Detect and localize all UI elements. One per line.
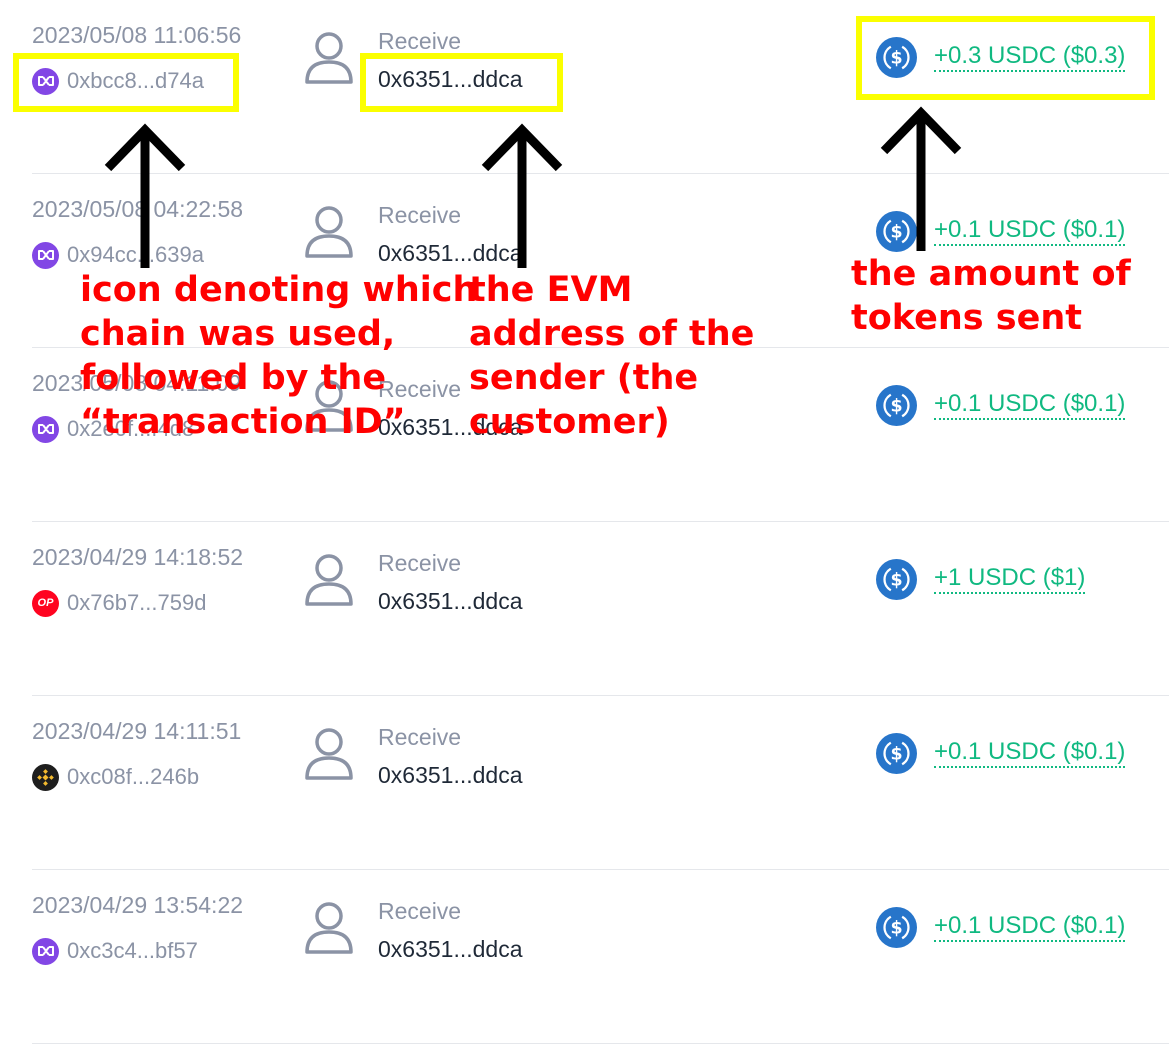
sender-address: 0x6351...ddca	[378, 66, 523, 92]
transaction-id-link[interactable]: OP 0x76b7...759d	[32, 588, 206, 618]
sender-address: 0x6351...ddca	[378, 936, 523, 962]
transaction-type: Receive	[378, 28, 462, 54]
amount-link[interactable]: $ +0.1 USDC ($0.1)	[876, 732, 1126, 774]
amount-link[interactable]: $ +0.3 USDC ($0.3)	[876, 36, 1126, 78]
transaction-type: Receive	[378, 724, 462, 750]
transaction-id-text: 0xc08f...246b	[67, 764, 200, 789]
amount-text: +1 USDC ($1)	[934, 564, 1086, 594]
amount-text: +0.1 USDC ($0.1)	[934, 912, 1126, 942]
svg-text:$: $	[890, 744, 902, 764]
annotation-sender: the EVM address of the sender (the custo…	[469, 270, 755, 442]
annotation-chain: icon denoting which chain was used, foll…	[80, 270, 478, 442]
transaction-id-link[interactable]: 0xbcc8...d74a	[32, 66, 204, 96]
usdc-icon: $	[876, 906, 917, 948]
timestamp: 2023/05/08 11:06:56	[32, 22, 242, 48]
optimism-icon: OP	[32, 589, 59, 617]
transaction-id-text: 0xbcc8...d74a	[67, 68, 204, 93]
amount-text: +0.1 USDC ($0.1)	[934, 738, 1126, 768]
transaction-id-link[interactable]: 0xc08f...246b	[32, 762, 199, 792]
usdc-icon: $	[876, 36, 917, 78]
sender-address: 0x6351...ddca	[378, 588, 523, 614]
transaction-type: Receive	[378, 550, 462, 576]
amount-link[interactable]: $ +0.1 USDC ($0.1)	[876, 384, 1126, 426]
svg-text:$: $	[890, 222, 902, 242]
timestamp: 2023/04/29 14:11:51	[32, 718, 242, 744]
polygon-icon	[32, 67, 59, 95]
transaction-id-text: 0x76b7...759d	[67, 590, 207, 615]
transaction-type: Receive	[378, 202, 462, 228]
polygon-icon	[32, 241, 59, 269]
transaction-row: 2023/05/08 11:06:56 0xbcc8...d74a Receiv…	[0, 0, 1169, 174]
usdc-icon: $	[876, 210, 917, 252]
amount-text: +0.3 USDC ($0.3)	[934, 42, 1126, 72]
transaction-id-link[interactable]: 0xc3c4...bf57	[32, 936, 198, 966]
polygon-icon	[32, 415, 59, 443]
bnb-chain-icon	[32, 763, 59, 791]
user-icon	[305, 902, 353, 954]
usdc-icon: $	[876, 558, 917, 600]
sender-address: 0x6351...ddca	[378, 762, 523, 788]
transaction-type: Receive	[378, 898, 462, 924]
timestamp: 2023/04/29 14:18:52	[32, 544, 244, 570]
transaction-id-text: 0xc3c4...bf57	[67, 938, 198, 963]
amount-link[interactable]: $ +1 USDC ($1)	[876, 558, 1086, 600]
user-icon	[305, 32, 353, 84]
svg-text:$: $	[890, 918, 902, 938]
annotation-amount: the amount of tokens sent	[851, 254, 1131, 338]
user-icon	[305, 206, 353, 258]
usdc-icon: $	[876, 384, 917, 426]
transaction-id-link[interactable]: 0x94cc...639a	[32, 240, 204, 270]
polygon-icon	[32, 937, 59, 965]
transaction-row: 2023/04/29 13:54:22 0xc3c4...bf57 Receiv…	[0, 870, 1169, 1044]
sender-address: 0x6351...ddca	[378, 240, 523, 266]
svg-text:$: $	[890, 48, 902, 68]
amount-link[interactable]: $ +0.1 USDC ($0.1)	[876, 906, 1126, 948]
transaction-id-text: 0x94cc...639a	[67, 242, 204, 267]
transaction-row: 2023/04/29 14:11:51 0xc08f...246b Receiv…	[0, 696, 1169, 870]
svg-text:$: $	[890, 396, 902, 416]
timestamp: 2023/05/08 04:22:58	[32, 196, 244, 222]
usdc-icon: $	[876, 732, 917, 774]
timestamp: 2023/04/29 13:54:22	[32, 892, 244, 918]
amount-text: +0.1 USDC ($0.1)	[934, 390, 1126, 420]
amount-text: +0.1 USDC ($0.1)	[934, 216, 1126, 246]
svg-text:$: $	[890, 570, 902, 590]
user-icon	[305, 728, 353, 780]
amount-link[interactable]: $ +0.1 USDC ($0.1)	[876, 210, 1126, 252]
transaction-row: 2023/04/29 14:18:52 OP 0x76b7...759d Rec…	[0, 522, 1169, 696]
user-icon	[305, 554, 353, 606]
